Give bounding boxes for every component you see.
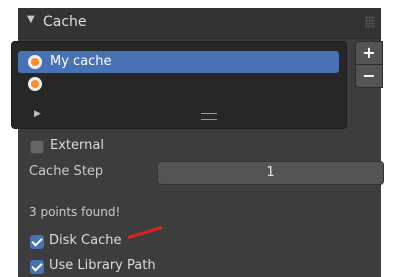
- panel-header[interactable]: ▼ Cache: [18, 8, 381, 39]
- list-item[interactable]: [18, 73, 339, 95]
- cache-step-value[interactable]: 1: [158, 165, 383, 180]
- external-checkbox[interactable]: [30, 140, 44, 154]
- drag-handle-icon[interactable]: [365, 16, 375, 28]
- external-label[interactable]: External: [50, 138, 104, 153]
- list-expand-icon[interactable]: ▶: [34, 109, 41, 119]
- panel-title: Cache: [43, 14, 87, 30]
- remove-cache-button[interactable]: −: [355, 64, 383, 88]
- use-library-path-label[interactable]: Use Library Path: [49, 258, 156, 273]
- points-found-text: 3 points found!: [29, 205, 121, 219]
- cache-list[interactable]: My cache ▶: [11, 41, 347, 129]
- disk-cache-checkbox[interactable]: [30, 235, 44, 249]
- cache-step-label: Cache Step: [29, 164, 104, 179]
- cache-icon: [28, 55, 42, 69]
- list-resize-icon[interactable]: [201, 113, 217, 120]
- disk-cache-label[interactable]: Disk Cache: [49, 233, 121, 248]
- collapse-arrow-icon[interactable]: ▼: [27, 14, 35, 25]
- add-cache-button[interactable]: +: [355, 41, 383, 65]
- cache-step-field[interactable]: 1: [157, 161, 384, 185]
- list-item-label[interactable]: My cache: [50, 54, 112, 69]
- cache-icon: [28, 77, 42, 91]
- use-library-path-checkbox[interactable]: [30, 260, 44, 274]
- list-item[interactable]: My cache: [18, 51, 339, 73]
